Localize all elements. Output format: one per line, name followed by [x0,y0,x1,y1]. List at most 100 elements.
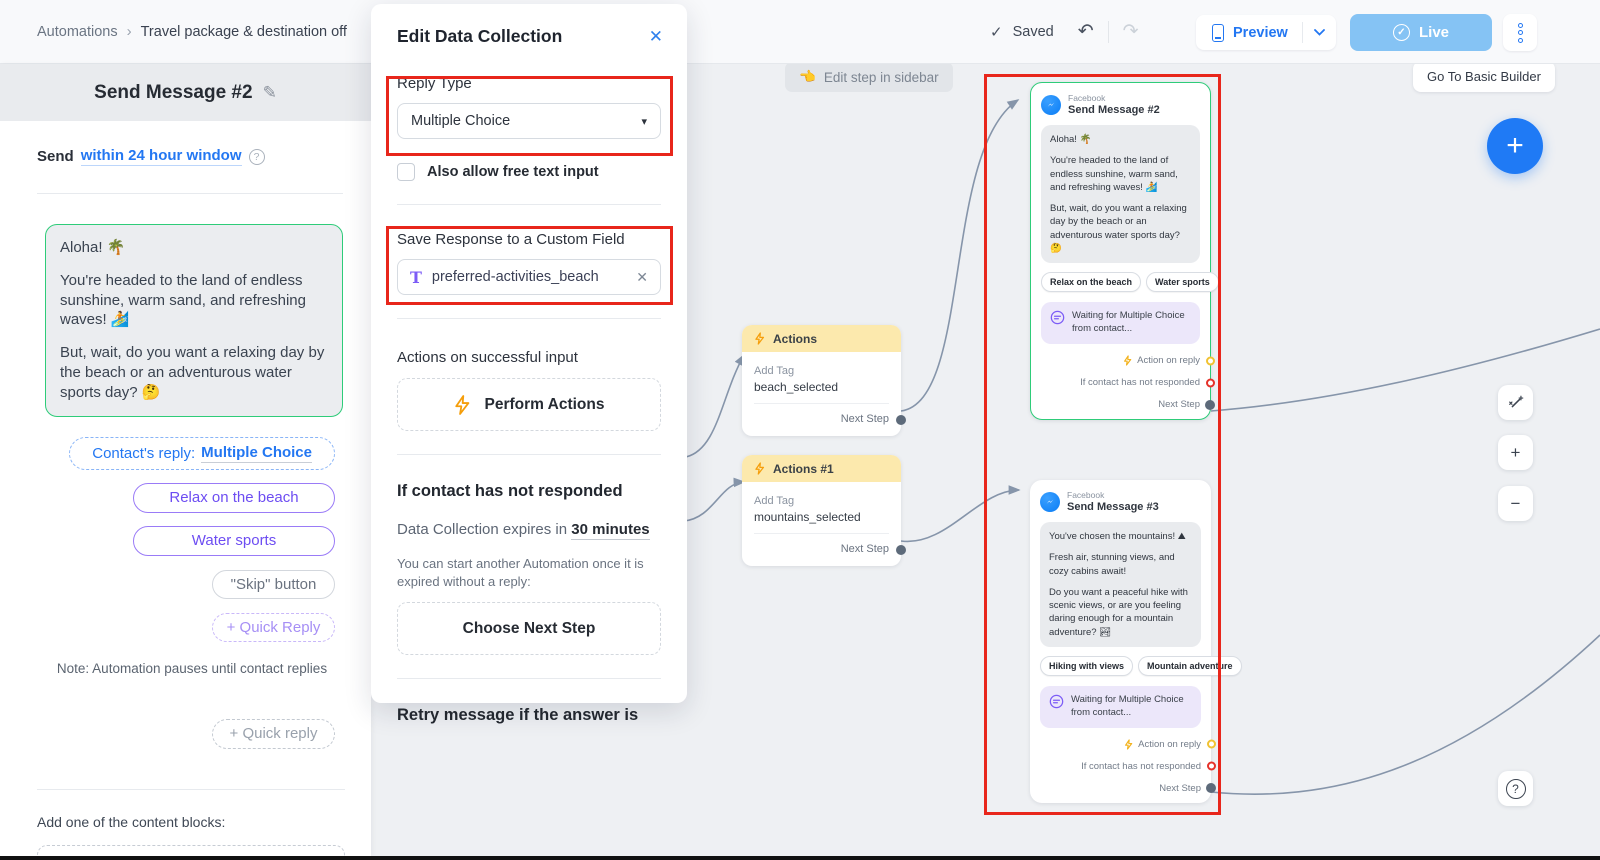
preview-dropdown-button[interactable] [1303,29,1336,36]
send-message-3-node[interactable]: Facebook Send Message #3 You've chosen t… [1030,480,1211,803]
step-editor-sidebar: Send Message #2 ✎ Send within 24 hour wi… [0,64,371,856]
next-step-label: Next Step [841,543,889,555]
quick-reply-buttons: Hiking with views Mountain adventure [1040,656,1201,676]
send-message-2-node[interactable]: Facebook Send Message #2 Aloha! 🌴 You're… [1030,82,1211,420]
phone-icon [1212,24,1224,42]
next-step-connector[interactable] [896,415,906,425]
waiting-bubble: Waiting for Multiple Choice from contact… [1040,686,1201,728]
breadcrumb-automations[interactable]: Automations [37,24,118,40]
waiting-label: Waiting for Multiple Choice from contact… [1072,310,1191,336]
preview-split-button: Preview [1196,15,1336,50]
actions-node-beach[interactable]: Actions Add Tag beach_selected Next Step [742,325,901,436]
add-node-button[interactable]: + [1487,118,1543,174]
live-button[interactable]: ✓ Live [1350,14,1492,51]
expires-hint: You can start another Automation once it… [397,555,661,590]
not-responded-title: If contact has not responded [397,482,661,501]
preview-button[interactable]: Preview [1196,24,1302,42]
action-on-reply-label: Action on reply [1137,355,1200,366]
choice-button-beach[interactable]: Relax on the beach [133,483,335,513]
magic-wand-icon [1507,394,1525,412]
message-text-block[interactable]: Aloha! 🌴 You're headed to the land of en… [45,224,343,417]
divider [754,403,889,404]
redo-icon[interactable]: ↷ [1123,20,1139,43]
more-options-button[interactable] [1503,14,1537,51]
go-to-basic-builder-button[interactable]: Go To Basic Builder [1413,61,1555,92]
divider [37,789,345,790]
custom-field-input[interactable]: T preferred-activities_beach ✕ [397,259,661,295]
channel-label: Facebook [1068,93,1160,103]
not-responded-connector[interactable] [1207,762,1216,771]
edit-title-icon[interactable]: ✎ [263,83,277,103]
lightning-icon [754,462,765,475]
automation-builder-canvas: 👈 Edit step in sidebar Actions Add Tag b… [0,0,1600,860]
auto-arrange-button[interactable] [1498,385,1533,420]
remove-field-icon[interactable]: ✕ [636,269,648,286]
quick-reply-button[interactable]: Water sports [1146,272,1219,292]
actions-node-header: Actions #1 [742,455,901,482]
zoom-in-button[interactable]: + [1498,435,1533,470]
message-line: You've chosen the mountains! ⛰ [1049,530,1192,543]
actions-node-mountains[interactable]: Actions #1 Add Tag mountains_selected Ne… [742,455,901,566]
tooltip-label: Edit step in sidebar [824,70,939,85]
preview-label: Preview [1233,25,1288,41]
sidebar-header: Send Message #2 ✎ [0,64,371,121]
not-responded-connector[interactable] [1206,378,1215,387]
checkbox-unchecked[interactable] [397,163,415,181]
choice-button-water[interactable]: Water sports [133,526,335,556]
basic-builder-label: Go To Basic Builder [1427,69,1541,84]
free-text-checkbox-row[interactable]: Also allow free text input [397,163,661,181]
message-preview-bubble: You've chosen the mountains! ⛰ Fresh air… [1040,522,1201,647]
expires-value[interactable]: 30 minutes [571,521,649,540]
next-step-connector[interactable] [1206,783,1216,793]
next-step-connector[interactable] [1205,400,1215,410]
next-step-connector[interactable] [896,545,906,555]
node-header: Facebook Send Message #2 [1041,93,1200,116]
quick-reply-button[interactable]: Mountain adventure [1138,656,1242,676]
channel-label: Facebook [1067,490,1159,500]
next-step-row: Next Step [1041,399,1200,410]
custom-field-value: preferred-activities_beach [432,269,626,285]
zoom-out-button[interactable]: − [1498,486,1533,521]
contact-reply-pill[interactable]: Contact's reply: Multiple Choice [69,437,335,470]
message-preview-bubble: Aloha! 🌴 You're headed to the land of en… [1041,125,1200,263]
divider [754,533,889,534]
next-step-label: Next Step [1159,783,1201,794]
send-window-row: Send within 24 hour window ? [37,147,353,166]
quick-reply-button[interactable]: Relax on the beach [1041,272,1141,292]
actions-node-body: Add Tag mountains_selected Next Step [742,482,901,566]
quick-reply-stack: + Quick reply [37,676,353,749]
reply-pills: Contact's reply: Multiple Choice Relax o… [37,417,353,642]
send-window-link[interactable]: within 24 hour window [81,147,242,166]
action-on-reply-connector[interactable] [1206,356,1215,365]
reply-type-dropdown[interactable]: Multiple Choice ▾ [397,103,661,139]
action-on-reply-row: Action on reply [1041,355,1200,366]
quick-reply-button[interactable]: Hiking with views [1040,656,1133,676]
divider [397,318,661,319]
actions-node-header: Actions [742,325,901,352]
choose-next-step-button[interactable]: Choose Next Step [397,602,661,655]
plus-icon: + [1511,443,1521,463]
divider [397,204,661,205]
text-type-icon: T [410,268,422,287]
not-responded-label: If contact has not responded [1080,377,1200,388]
action-on-reply-connector[interactable] [1207,740,1216,749]
actions-node-title: Actions #1 [773,462,834,476]
contact-reply-type[interactable]: Multiple Choice [201,444,312,463]
quick-reply-bottom-button[interactable]: + Quick reply [212,719,335,749]
chevron-down-icon [1314,29,1325,36]
dots-menu-icon [1518,23,1523,28]
window-bottom-edge [0,856,1600,860]
add-quick-reply-button[interactable]: + Quick Reply [212,613,335,642]
skip-button[interactable]: "Skip" button [212,570,335,599]
next-step-row: Next Step [1040,783,1201,794]
close-icon[interactable]: ✕ [649,27,663,47]
divider [1108,21,1109,43]
divider [397,454,661,455]
reply-type-label: Reply Type [397,75,661,92]
help-button[interactable]: ? [1498,771,1533,806]
perform-actions-button[interactable]: Perform Actions [397,378,661,431]
help-icon[interactable]: ? [249,149,265,165]
undo-icon[interactable]: ↶ [1078,20,1094,43]
node-header: Facebook Send Message #3 [1040,490,1201,513]
message-line: Fresh air, stunning views, and cozy cabi… [1049,551,1192,578]
